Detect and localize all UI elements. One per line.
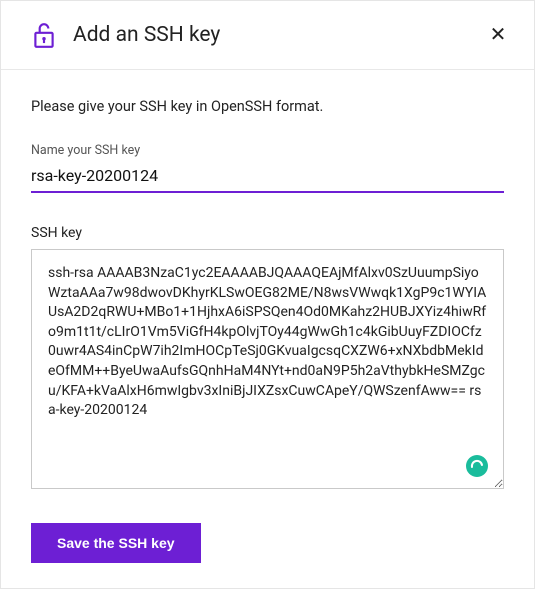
name-field-label: Name your SSH key — [31, 143, 504, 158]
add-ssh-key-dialog: Add an SSH key ✕ Please give your SSH ke… — [0, 0, 535, 589]
lock-open-icon — [31, 21, 57, 49]
status-badge — [466, 455, 488, 477]
dialog-title: Add an SSH key — [73, 23, 470, 47]
ssh-key-textarea[interactable] — [31, 249, 504, 489]
dialog-body: Please give your SSH key in OpenSSH form… — [1, 70, 534, 588]
close-button[interactable]: ✕ — [486, 23, 510, 47]
close-icon: ✕ — [490, 25, 507, 45]
instruction-text: Please give your SSH key in OpenSSH form… — [31, 98, 504, 115]
ssh-key-name-input[interactable] — [31, 162, 504, 193]
ssh-key-field-label: SSH key — [31, 225, 504, 241]
save-ssh-key-button[interactable]: Save the SSH key — [31, 523, 201, 563]
dialog-header: Add an SSH key ✕ — [1, 1, 534, 70]
ssh-key-textarea-wrap — [31, 249, 504, 493]
